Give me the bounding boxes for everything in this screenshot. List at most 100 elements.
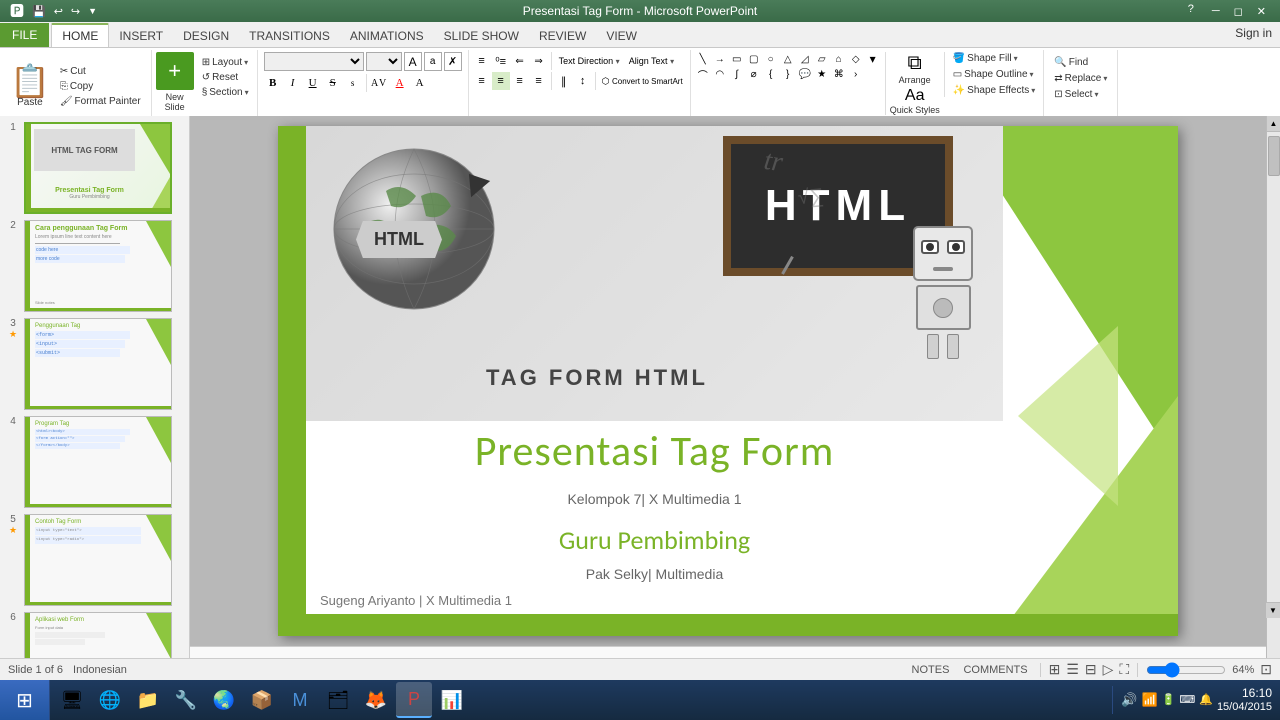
font-increase-button[interactable]: A [404, 52, 422, 71]
align-left-button[interactable]: ≡ [473, 72, 491, 90]
taskbar-app-11[interactable]: 📊 [434, 682, 470, 718]
oval-shape[interactable]: ○ [763, 52, 779, 66]
rounded-rect-shape[interactable]: ▢ [746, 52, 762, 66]
comments-toggle[interactable]: COMMENTS [959, 664, 1031, 676]
taskbar-app-3[interactable]: 📁 [130, 682, 166, 718]
slide-thumb-4[interactable]: 4 Program Tag <html><body> <form action=… [4, 416, 185, 508]
tab-insert[interactable]: INSERT [109, 25, 173, 47]
tray-icon-1[interactable]: 🔊 [1121, 692, 1137, 708]
taskbar-app-2[interactable]: 🌐 [92, 682, 128, 718]
slide-pembimbing-area[interactable]: Guru Pembimbing [306, 524, 1003, 556]
replace-button[interactable]: ⇄ Replace ▾ [1050, 72, 1111, 85]
shadow-button[interactable]: s [344, 74, 362, 92]
reset-button[interactable]: ↺ Reset [198, 71, 253, 84]
tray-icon-2[interactable]: 📶 [1141, 692, 1157, 708]
clock-area[interactable]: 16:10 15/04/2015 [1217, 686, 1272, 714]
zoom-slider[interactable] [1146, 664, 1226, 676]
slide-thumb-img-4[interactable]: Program Tag <html><body> <form action=""… [24, 416, 172, 508]
restore-button[interactable]: ◻ [1228, 3, 1249, 20]
rect-shape[interactable]: ▭ [729, 52, 745, 66]
taskbar-app-8[interactable]: 🗂 [320, 682, 356, 718]
curve-shape2[interactable]: ∫ [729, 67, 745, 81]
customize-icon[interactable]: ▼ [86, 6, 99, 16]
star-shape[interactable]: ★ [814, 67, 830, 81]
char-spacing-button[interactable]: AV [371, 74, 389, 92]
highlight-button[interactable]: A [411, 74, 429, 92]
shape-effects-button[interactable]: ✨ Shape Effects ▾ [949, 84, 1040, 97]
select-button[interactable]: ⊡ Select ▾ [1050, 88, 1111, 101]
convert-smartart-button[interactable]: ⬡ Convert to SmartArt [599, 74, 686, 89]
underline-button[interactable]: U [304, 74, 322, 92]
decrease-indent-button[interactable]: ⇐ [511, 52, 529, 70]
save-icon[interactable]: 💾 [30, 5, 48, 18]
taskbar-app-6[interactable]: 📦 [244, 682, 280, 718]
redo-icon[interactable]: ↪ [69, 5, 82, 18]
tray-icon-5[interactable]: 🔔 [1199, 693, 1213, 706]
cut-button[interactable]: ✂ Cut [56, 65, 145, 78]
scroll-down-btn[interactable]: ▼ [1266, 602, 1280, 618]
format-painter-button[interactable]: 🖌 Format Painter [56, 95, 145, 108]
tab-file[interactable]: FILE [0, 23, 49, 47]
columns-button[interactable]: ∥ [555, 72, 573, 90]
triangle-shape[interactable]: △ [780, 52, 796, 66]
bold-button[interactable]: B [264, 74, 282, 92]
freeform-shape[interactable]: ⌀ [746, 67, 762, 81]
notes-toggle[interactable]: NOTES [908, 664, 954, 676]
start-button[interactable]: ⊞ [0, 680, 50, 720]
increase-indent-button[interactable]: ⇒ [530, 52, 548, 70]
italic-button[interactable]: I [284, 74, 302, 92]
slide-title-area[interactable]: Presentasi Tag Form [306, 426, 1003, 477]
align-right-button[interactable]: ≡ [511, 72, 529, 90]
curved-shape[interactable]: ⌒ [695, 67, 711, 81]
trapezoid-shape[interactable]: ⌂ [831, 52, 847, 66]
close-button[interactable]: ✕ [1251, 3, 1272, 20]
slide-thumb-img-3[interactable]: Penggunaan Tag <form> <input> <submit> [24, 318, 172, 410]
view-outline-btn[interactable]: ☰ [1066, 661, 1079, 678]
copy-button[interactable]: ⎘ Copy [56, 80, 145, 93]
arrow-shape[interactable]: → [712, 52, 728, 66]
view-slideshow-btn[interactable]: ⛶ [1119, 661, 1129, 678]
tab-review[interactable]: REVIEW [529, 25, 596, 47]
brace-shape[interactable]: } [780, 67, 796, 81]
text-direction-button[interactable]: Text Direction ▾ [555, 54, 624, 68]
new-slide-button[interactable]: + New Slide [156, 52, 194, 112]
slide-footer-area[interactable]: Sugeng Ariyanto | X Multimedia 1 [320, 593, 512, 608]
right-triangle-shape[interactable]: ◿ [797, 52, 813, 66]
taskbar-app-1[interactable]: 🖥 [54, 682, 90, 718]
taskbar-app-10[interactable]: P [396, 682, 432, 718]
slide-thumb-img-2[interactable]: Cara penggunaan Tag Form Lorem ipsum lin… [24, 220, 172, 312]
tab-animations[interactable]: ANIMATIONS [340, 25, 434, 47]
section-button[interactable]: § Section ▾ [198, 86, 253, 99]
slide-subtitle-area[interactable]: Kelompok 7| X Multimedia 1 [306, 491, 1003, 507]
scroll-up-btn[interactable]: ▲ [1267, 116, 1280, 132]
font-decrease-button[interactable]: a [424, 52, 442, 71]
taskbar-app-7[interactable]: M [282, 682, 318, 718]
quick-styles-button[interactable]: Aa Quick Styles [890, 87, 940, 115]
bracket-shape[interactable]: { [763, 67, 779, 81]
callout-shape[interactable]: 💬 [797, 67, 813, 81]
tab-home[interactable]: HOME [51, 23, 109, 47]
find-button[interactable]: 🔍 Find [1050, 56, 1111, 69]
slide-thumb-1[interactable]: 1 HTML TAG FORM Presentasi Tag Form Guru… [4, 122, 185, 214]
scroll-thumb[interactable] [1268, 136, 1280, 176]
taskbar-app-9[interactable]: 🦊 [358, 682, 394, 718]
justify-button[interactable]: ≡ [530, 72, 548, 90]
ribbon-shape[interactable]: ⌘ [831, 67, 847, 81]
font-size-select[interactable] [366, 52, 402, 71]
tray-icon-4[interactable]: ⌨ [1179, 693, 1195, 706]
arrange-button[interactable]: ⧉ Arrange [890, 52, 940, 85]
paste-button[interactable]: 📋 Paste [6, 63, 54, 110]
slide-pembimbing-name-area[interactable]: Pak Selky| Multimedia [306, 566, 1003, 582]
font-family-select[interactable] [264, 52, 364, 71]
bullets-button[interactable]: ≡ [473, 52, 491, 70]
numbering-button[interactable]: ⁰≡ [492, 52, 510, 70]
tab-design[interactable]: DESIGN [173, 25, 239, 47]
align-text-button[interactable]: Align Text ▾ [625, 54, 678, 68]
font-color-button[interactable]: A [391, 74, 409, 92]
shape-outline-button[interactable]: ▭ Shape Outline ▾ [949, 68, 1040, 81]
line-spacing-button[interactable]: ↕ [574, 72, 592, 90]
slide-thumb-img-5[interactable]: Contoh Tag Form <input type="text"> <inp… [24, 514, 172, 606]
taskbar-app-5[interactable]: 🌏 [206, 682, 242, 718]
vertical-scrollbar[interactable]: ▲ ▼ [1266, 116, 1280, 680]
view-reading-btn[interactable]: ▷ [1103, 661, 1114, 678]
